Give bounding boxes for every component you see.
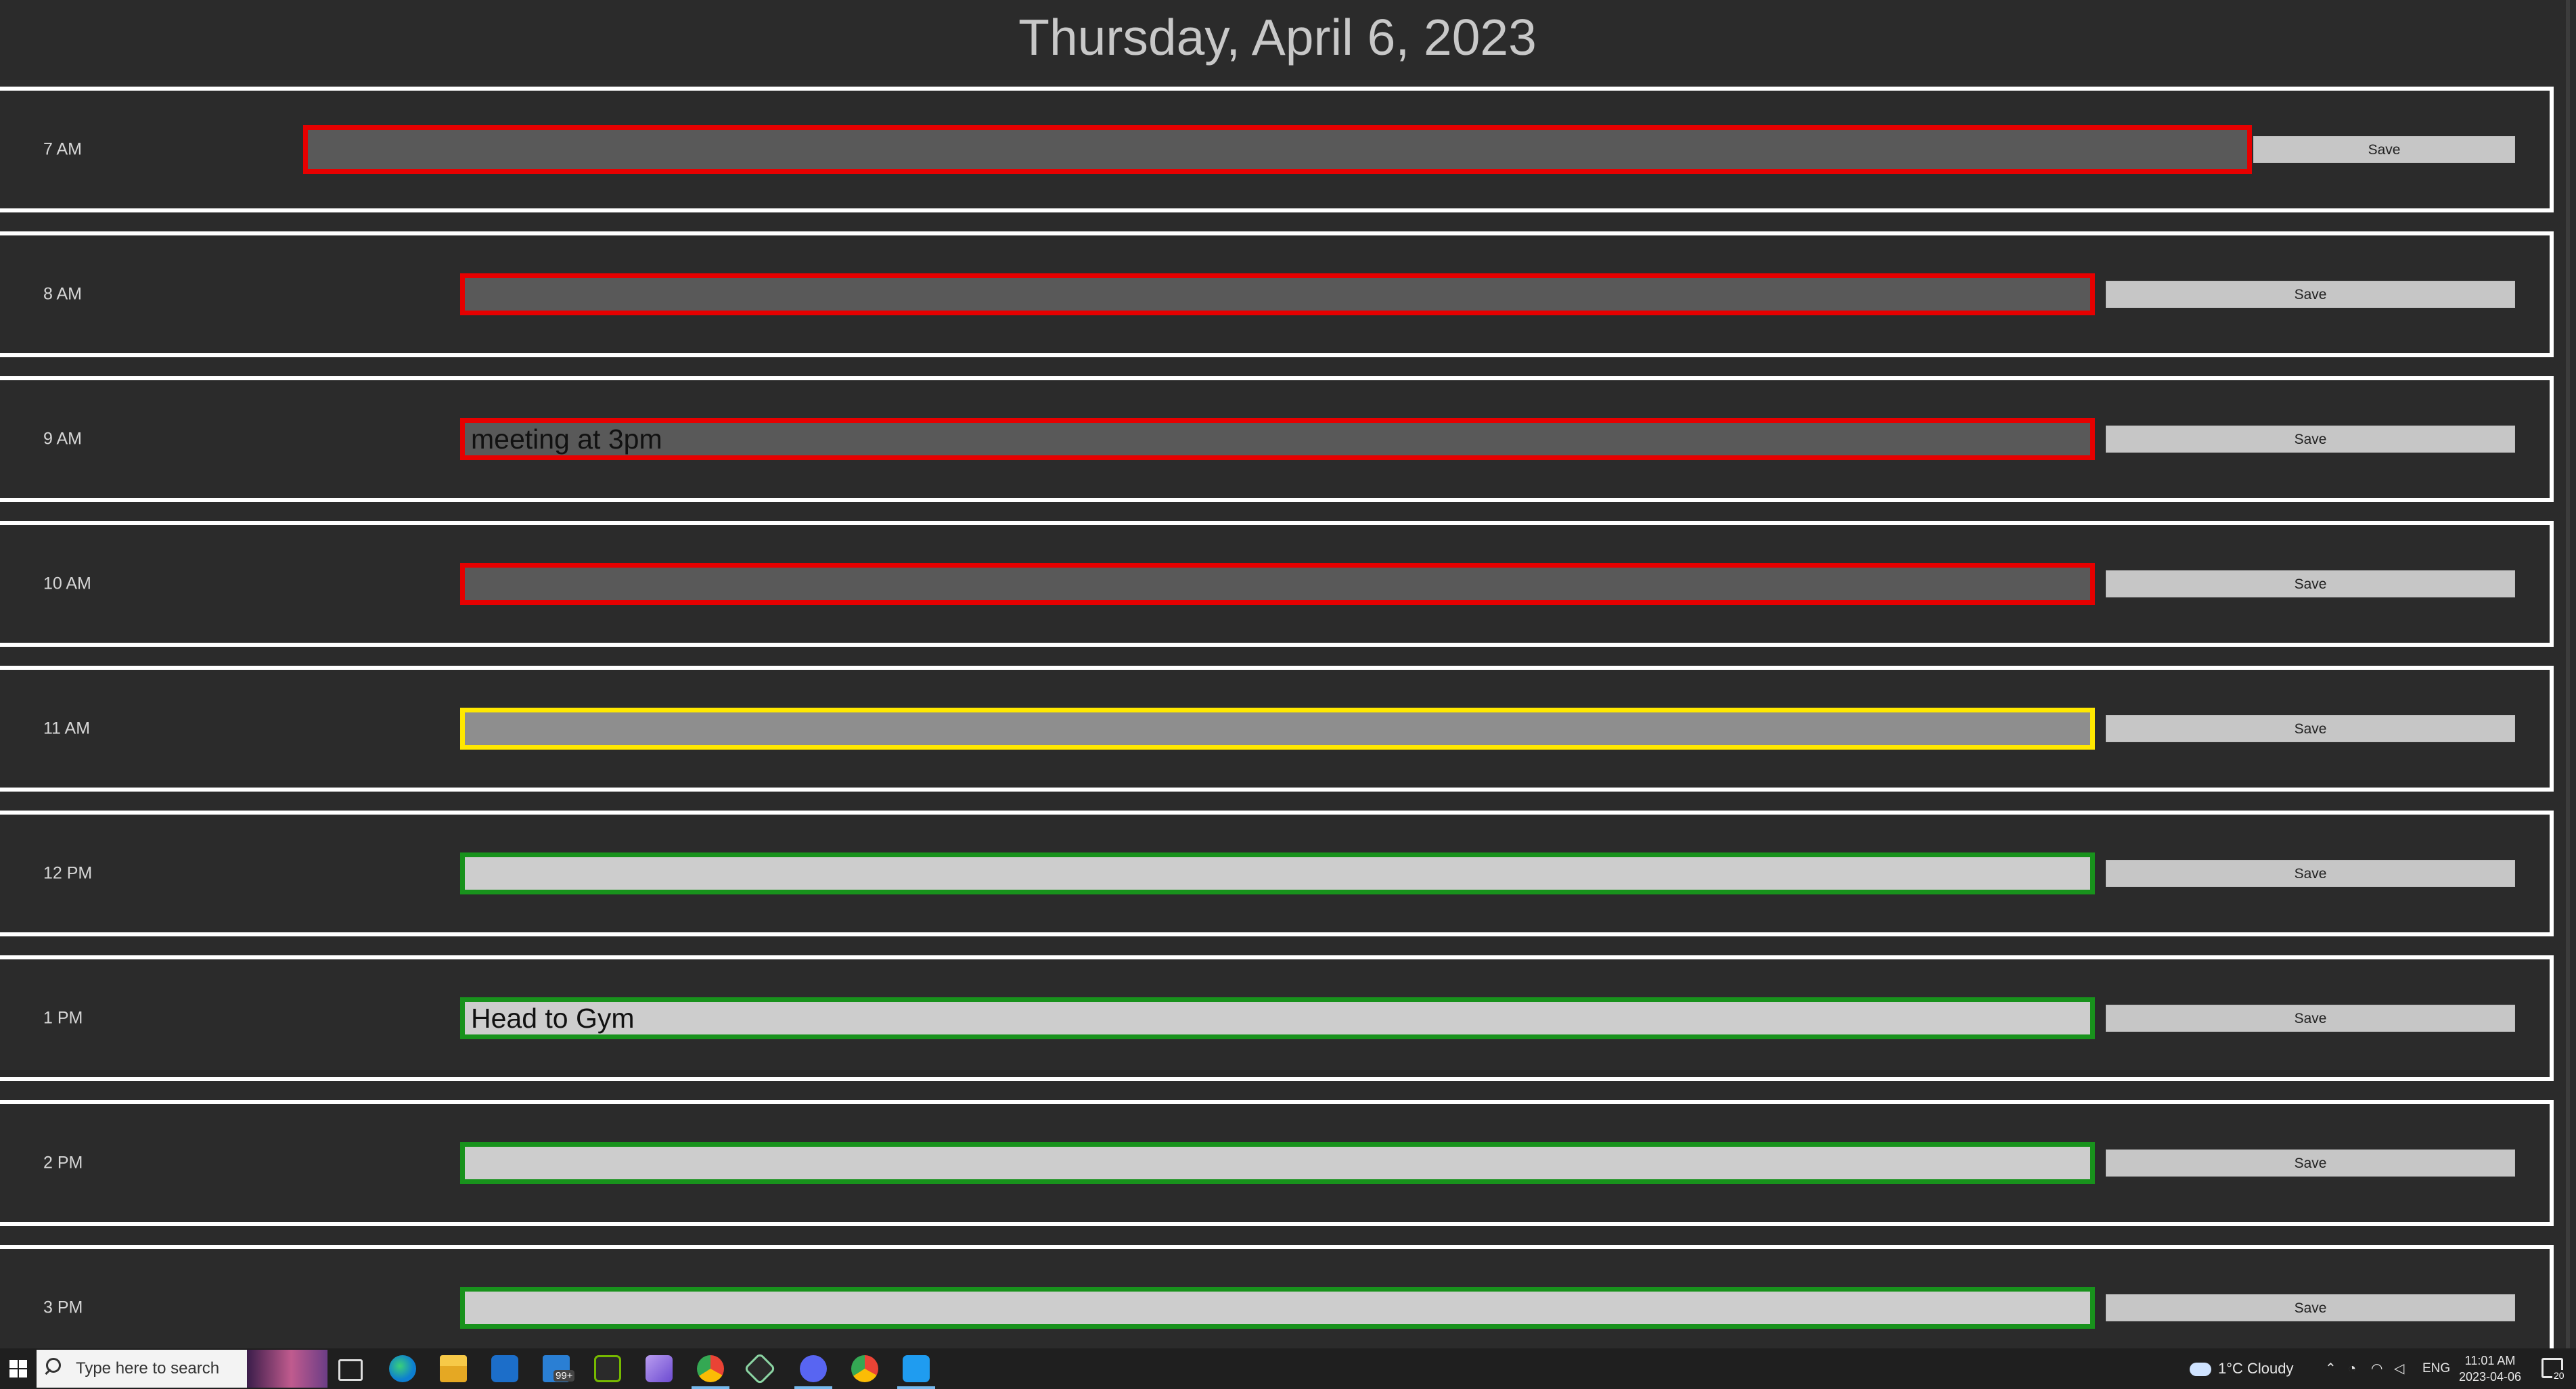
volume-icon[interactable]: ◁ (2394, 1348, 2404, 1389)
timeblock-row: 8 AM Save (0, 231, 2554, 357)
hour-label: 11 AM (43, 719, 91, 738)
save-button[interactable]: Save (2106, 426, 2515, 453)
save-button[interactable]: Save (2106, 1005, 2515, 1032)
wifi-icon[interactable]: ◠ (2371, 1348, 2382, 1389)
page-title: Thursday, April 6, 2023 (1018, 9, 1537, 66)
save-button[interactable]: Save (2106, 1149, 2515, 1177)
event-textarea[interactable] (303, 125, 2252, 174)
save-button[interactable]: Save (2253, 136, 2515, 163)
clock[interactable]: 11:01 AM 2023-04-06 (2456, 1352, 2524, 1385)
visual-studio-icon[interactable] (646, 1355, 673, 1382)
hour-label: 12 PM (43, 863, 93, 883)
mail-badge: 99+ (553, 1370, 575, 1382)
save-button[interactable]: Save (2106, 281, 2515, 308)
store-icon[interactable] (491, 1355, 518, 1382)
timeblock-row: 11 AM Save (0, 666, 2554, 792)
nvidia-icon[interactable] (594, 1355, 621, 1382)
timeblock-row: 2 PM Save (0, 1100, 2554, 1226)
hour-label: 8 AM (43, 284, 82, 304)
scrollbar-thumb[interactable] (2566, 0, 2570, 1348)
save-button[interactable]: Save (2106, 1294, 2515, 1321)
taskbar: Type here to search 99+ 1°C Cloudy ⌃ ◔ ◠… (0, 1348, 2576, 1389)
windows-icon (9, 1360, 27, 1377)
hour-label: 9 AM (43, 429, 82, 449)
timeblock-row: 9 AM meeting at 3pm Save (0, 376, 2554, 502)
hour-label: 7 AM (43, 139, 82, 159)
timeblock-row: 7 AM Save (0, 87, 2554, 212)
save-button[interactable]: Save (2106, 570, 2515, 597)
discord-icon[interactable] (794, 1355, 832, 1389)
hour-label: 1 PM (43, 1008, 83, 1028)
weather-text: 1°C Cloudy (2218, 1360, 2294, 1377)
clock-date: 2023-04-06 (2458, 1370, 2522, 1384)
git-icon[interactable] (743, 1352, 777, 1386)
weather-widget[interactable]: 1°C Cloudy (2190, 1348, 2294, 1389)
timeblock-row: 1 PM Head to Gym Save (0, 955, 2554, 1081)
chrome-icon-2[interactable] (851, 1355, 878, 1382)
hour-label: 3 PM (43, 1298, 83, 1317)
event-textarea[interactable]: meeting at 3pm (460, 418, 2095, 460)
event-textarea[interactable]: Head to Gym (460, 997, 2095, 1039)
save-button[interactable]: Save (2106, 715, 2515, 742)
search-placeholder: Type here to search (76, 1359, 220, 1377)
notification-count: 20 (2552, 1370, 2566, 1381)
timeblock-row: 10 AM Save (0, 521, 2554, 647)
hour-label: 10 AM (43, 574, 91, 593)
event-textarea[interactable] (460, 1142, 2095, 1184)
network-icon[interactable]: ◔ (2348, 1348, 2356, 1389)
mail-icon[interactable]: 99+ (543, 1355, 575, 1382)
cloud-icon (2190, 1363, 2211, 1377)
language-indicator[interactable]: ENG (2422, 1348, 2450, 1389)
event-textarea[interactable] (460, 273, 2095, 315)
hour-label: 2 PM (43, 1153, 83, 1172)
timeblock-row: 12 PM Save (0, 811, 2554, 936)
edge-icon[interactable] (389, 1355, 416, 1382)
file-explorer-icon[interactable] (440, 1355, 467, 1382)
search-highlight-image (247, 1350, 327, 1388)
chevron-up-icon[interactable]: ⌃ (2325, 1348, 2336, 1389)
vscode-icon[interactable] (897, 1355, 935, 1389)
event-textarea[interactable] (460, 708, 2095, 750)
chrome-icon[interactable] (692, 1355, 729, 1389)
start-button[interactable] (0, 1348, 37, 1389)
event-textarea[interactable] (460, 1287, 2095, 1329)
event-textarea[interactable] (460, 852, 2095, 894)
save-button[interactable]: Save (2106, 860, 2515, 887)
event-textarea[interactable] (460, 563, 2095, 605)
task-view-icon[interactable] (338, 1359, 363, 1381)
clock-time: 11:01 AM (2464, 1354, 2516, 1367)
